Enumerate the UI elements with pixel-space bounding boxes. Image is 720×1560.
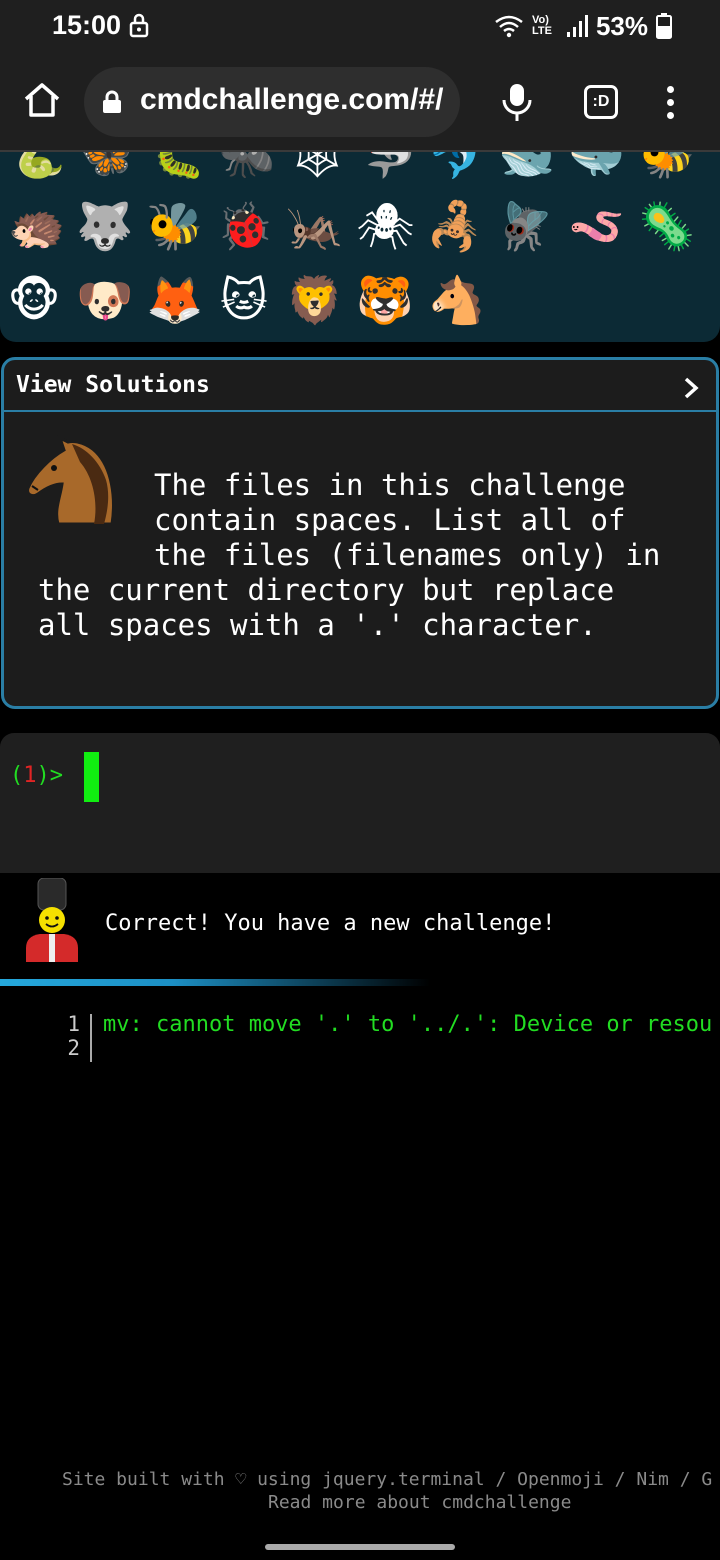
emoji-item[interactable]: 🐶 — [76, 272, 133, 328]
emoji-item[interactable]: 🕸 — [288, 152, 346, 182]
description-line-3: the files (filenames only) in — [154, 538, 661, 572]
terminal-cursor[interactable] — [84, 752, 99, 802]
wifi-icon — [495, 15, 523, 38]
emoji-item[interactable]: 🦈 — [358, 152, 415, 182]
description-line-2: contain spaces. List all of — [154, 503, 626, 537]
tabs-button[interactable]: :D — [584, 85, 618, 119]
description-line-4: the current directory but replace — [38, 573, 615, 607]
emoji-item[interactable]: 🦔 — [8, 198, 65, 254]
gutter-line — [90, 1014, 92, 1062]
emoji-item[interactable]: 🕷 — [356, 198, 414, 254]
emoji-item[interactable]: 🐵 — [6, 272, 62, 328]
emoji-item[interactable]: 🦋 — [78, 152, 135, 182]
emoji-item[interactable]: 🦠 — [638, 198, 695, 254]
line-number: 2 — [67, 1036, 80, 1060]
chevron-right-icon[interactable] — [682, 376, 700, 400]
mic-icon[interactable] — [500, 82, 534, 122]
prompt-number: 1 — [23, 763, 37, 788]
success-message: Correct! You have a new challenge! — [105, 911, 556, 936]
emoji-item[interactable]: 🐬 — [428, 152, 485, 182]
battery-percent: 53% — [595, 10, 648, 41]
emoji-item[interactable]: 🐋 — [498, 152, 555, 182]
emoji-item[interactable]: 🐴 — [428, 272, 485, 328]
emoji-item[interactable]: 🦂 — [426, 198, 483, 254]
royal-guard-icon — [26, 878, 78, 962]
emoji-item[interactable]: 🐺 — [76, 198, 133, 254]
status-bar: 15:00 Vo) LTE 53% — [0, 0, 720, 52]
emoji-item[interactable]: 🦁 — [286, 272, 343, 328]
emoji-item[interactable]: 🐛 — [148, 152, 205, 182]
emoji-item[interactable]: 🦊 — [146, 272, 203, 328]
emoji-item[interactable]: 🪱 — [568, 198, 625, 254]
network-label: Vo) LTE — [531, 14, 552, 37]
home-icon[interactable] — [22, 80, 62, 120]
emoji-item[interactable]: 🐯 — [356, 272, 413, 328]
view-solutions-title[interactable]: View Solutions — [16, 372, 210, 398]
line-number: 1 — [67, 1012, 80, 1036]
description-line-5: all spaces with a '.' character. — [38, 608, 597, 642]
terminal-input-area[interactable]: (1)> — [0, 733, 720, 873]
challenge-card: View Solutions The files in this challen… — [1, 357, 719, 709]
home-indicator[interactable] — [265, 1544, 455, 1550]
browser-toolbar: cmdchallenge.com/#/ :D — [0, 52, 720, 152]
challenge-description: The files in this challenge contain space… — [38, 468, 688, 643]
emoji-item[interactable]: 🐍 — [8, 152, 65, 182]
prompt-open: ( — [10, 763, 24, 788]
emoji-item[interactable]: 🐱 — [216, 272, 272, 328]
status-right: Vo) LTE 53% — [494, 8, 672, 44]
emoji-challenge-grid: 🐍 🦋 🐛 🐜 🕸 🦈 🐬 🐋 🐳 🐝 🦔 🐺 🐝 🐞 🦗 🕷 🦂 🪰 🪱 🦠 … — [0, 152, 720, 342]
output-line-1: mv: cannot move '.' to '../.': Device or… — [103, 1012, 713, 1037]
footer-read-more-link[interactable]: Read more about cmdchallenge — [268, 1491, 571, 1514]
emoji-item[interactable]: 🦗 — [286, 198, 343, 254]
address-bar[interactable]: cmdchallenge.com/#/ — [84, 67, 460, 137]
emoji-item[interactable]: 🐝 — [638, 152, 695, 182]
emoji-item[interactable]: 🐳 — [568, 152, 625, 182]
signal-icon — [566, 15, 588, 37]
emoji-item[interactable]: 🐞 — [216, 198, 273, 254]
command-output: 1 2 mv: cannot move '.' to '../.': Devic… — [0, 1012, 720, 1072]
url-text[interactable]: cmdchallenge.com/#/ — [140, 83, 443, 117]
emoji-item[interactable]: 🪰 — [496, 198, 553, 254]
secure-lock-icon — [103, 90, 121, 113]
menu-icon[interactable] — [662, 86, 678, 120]
description-line-1: The files in this challenge — [154, 468, 626, 502]
emoji-item[interactable]: 🐝 — [146, 198, 203, 254]
footer-credits[interactable]: Site built with ♡ using jquery.terminal … — [62, 1468, 712, 1491]
view-solutions-header[interactable]: View Solutions — [4, 360, 716, 412]
prompt-close: )> — [36, 763, 64, 788]
line-numbers: 1 2 — [62, 1012, 80, 1060]
status-time: 15:00 — [52, 10, 122, 40]
lock-icon — [129, 13, 149, 38]
divider — [0, 979, 430, 986]
battery-icon — [656, 13, 672, 39]
terminal-prompt: (1)> — [10, 763, 63, 788]
emoji-item[interactable]: 🐜 — [218, 152, 275, 182]
